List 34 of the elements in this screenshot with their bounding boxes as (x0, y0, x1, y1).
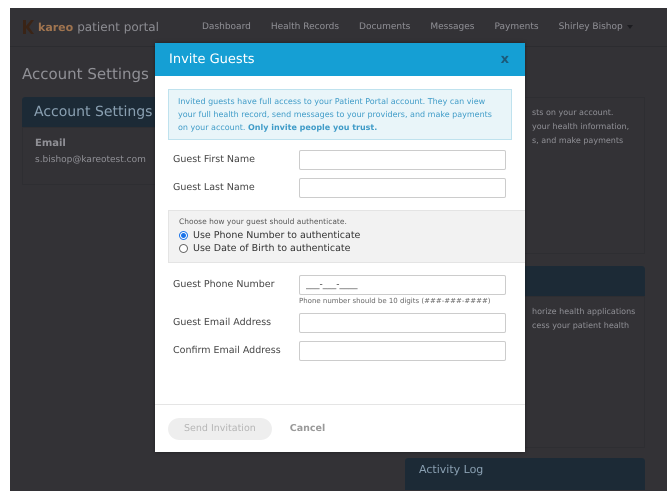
card-header: Activity Log (405, 458, 645, 490)
logo-text: patient portal (77, 20, 159, 34)
field-value: s.bishop@kareotest.com (35, 155, 146, 165)
nav-link[interactable]: Health Records (270, 22, 340, 32)
text-field[interactable] (299, 178, 506, 198)
card-text: s, and make payments (532, 136, 624, 145)
card-text: cess your patient health (532, 321, 630, 330)
nav-link[interactable]: Payments (494, 22, 539, 32)
radio-option[interactable]: Use Phone Number to authenticate (179, 230, 515, 241)
field-label: Confirm Email Address (173, 344, 282, 356)
card-text: horize health applications (532, 307, 636, 316)
close-button[interactable]: x (500, 52, 509, 67)
nav-link[interactable]: Messages (430, 22, 474, 32)
page-title: Account Settings (22, 65, 149, 83)
text-field[interactable] (299, 313, 506, 333)
info-notice: Invited guests have full access to your Patient Portal account. They can view your full health record, send messages to your providers, and make payments on your account. Only invite people you trust. (168, 89, 512, 140)
logo-brand: kareo (38, 20, 74, 34)
field-label: Email (35, 138, 66, 149)
nav-link[interactable]: Dashboard (202, 22, 251, 32)
field-label: Guest First Name (173, 153, 256, 165)
text-field[interactable]: ___-___-____ (299, 275, 506, 295)
card-text: sts on your account. (532, 108, 614, 117)
text-field[interactable] (299, 341, 506, 361)
field-label: Guest Email Address (173, 316, 272, 328)
nav-link[interactable]: Shirley Bishop (558, 22, 633, 32)
field-label: Guest Last Name (173, 181, 256, 193)
dialog-title: Invite Guests (169, 52, 255, 67)
radio-option[interactable]: Use Date of Birth to authenticate (179, 243, 515, 254)
card-text: your health information, (532, 122, 630, 131)
logo-icon (22, 19, 34, 35)
nav-link[interactable]: Documents (359, 22, 410, 32)
field-label: Guest Phone Number (173, 278, 276, 290)
cancel-button[interactable]: Cancel (290, 423, 326, 434)
text-field[interactable] (299, 150, 506, 170)
